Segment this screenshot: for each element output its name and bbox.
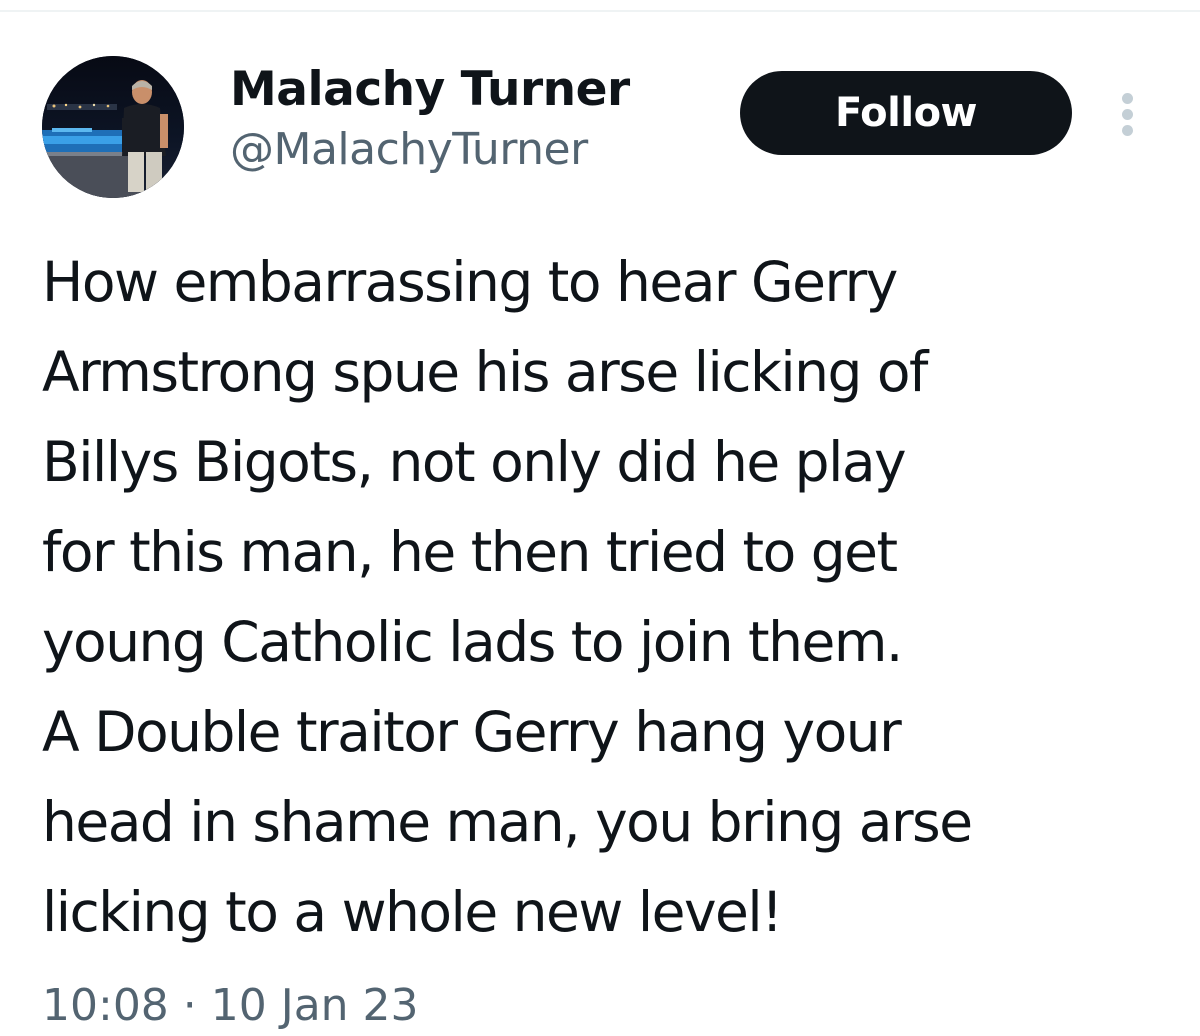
tweet-text-line: head in shame man, you bring arse [42,790,973,854]
author-display-name[interactable]: Malachy Turner [230,60,630,120]
tweet-text: How embarrassing to hear Gerry Armstrong… [42,237,1172,957]
more-dot [1122,125,1133,136]
tweet-text-line: How embarrassing to hear Gerry [42,250,898,314]
author-handle[interactable]: @MalachyTurner [230,120,630,180]
avatar[interactable] [42,56,184,198]
more-dot [1122,109,1133,120]
tweet-header: Malachy Turner @MalachyTurner Follow [0,0,1200,220]
tweet-text-line: licking to a whole new level! [42,880,783,944]
tweet-timestamp[interactable]: 10:08 · 10 Jan 23 [42,976,419,1036]
tweet-text-line: young Catholic lads to join them. [42,610,903,674]
user-block[interactable]: Malachy Turner @MalachyTurner [230,60,630,180]
tweet-text-line: A Double traitor Gerry hang your [42,700,902,764]
follow-button[interactable]: Follow [740,71,1072,155]
more-dots-vertical-icon[interactable] [1110,86,1146,142]
avatar-photo [42,56,184,198]
tweet-text-line: Armstrong spue his arse licking of [42,340,928,404]
tweet-text-line: for this man, he then tried to get [42,520,898,584]
more-dot [1122,93,1133,104]
tweet-text-line: Billys Bigots, not only did he play [42,430,907,494]
